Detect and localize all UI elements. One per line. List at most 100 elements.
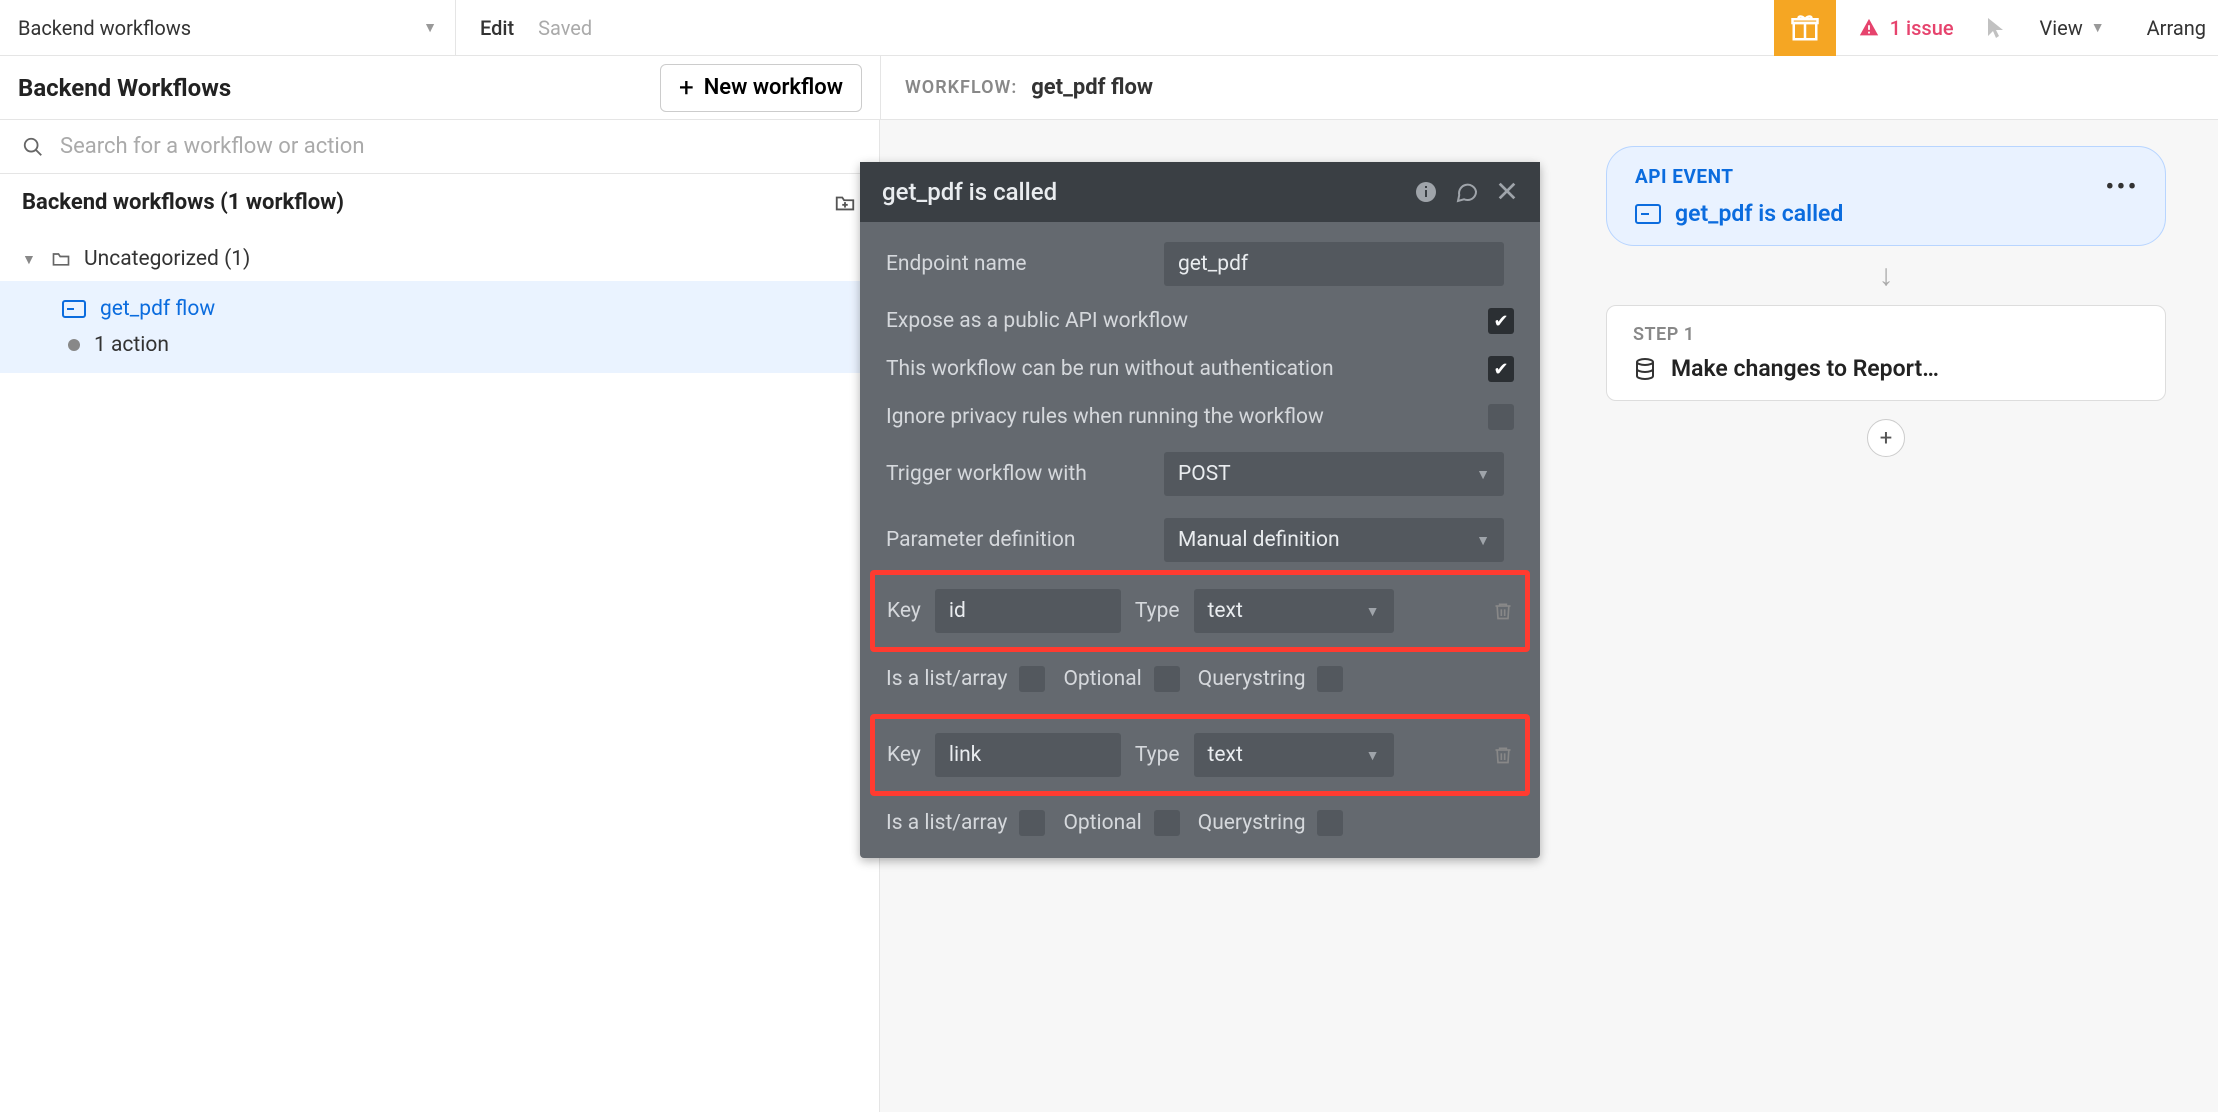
no-auth-row: This workflow can be run without authent…: [886, 356, 1514, 382]
endpoint-name-label: Endpoint name: [886, 252, 1146, 276]
chevron-down-icon: ▼: [2091, 19, 2105, 36]
optional-checkbox[interactable]: [1154, 666, 1180, 692]
chevron-down-icon: ▼: [1476, 466, 1490, 483]
action-count-label: 1 action: [94, 333, 169, 357]
trigger-value: POST: [1178, 462, 1231, 486]
param-key-input[interactable]: [935, 733, 1121, 777]
step-title: Make changes to Report…: [1671, 355, 1939, 382]
caret-down-icon: ▼: [22, 251, 38, 268]
more-icon[interactable]: •••: [2106, 175, 2139, 200]
chevron-down-icon: ▼: [1476, 532, 1490, 549]
workflow-item-label: get_pdf flow: [100, 297, 215, 321]
param-row-id: Key Type text ▼: [870, 570, 1530, 652]
view-menu[interactable]: View ▼: [2016, 16, 2129, 40]
issues-indicator[interactable]: 1 issue: [1836, 16, 1976, 40]
chevron-down-icon: ▼: [423, 19, 437, 36]
page-selector-label: Backend workflows: [18, 16, 191, 40]
step-label: STEP 1: [1633, 324, 2139, 345]
param-type-label: Type: [1135, 599, 1180, 623]
api-event-label: API EVENT: [1635, 165, 2137, 188]
param-flags-row-link: Is a list/array Optional Querystring: [860, 796, 1540, 840]
info-icon[interactable]: [1414, 180, 1438, 204]
trigger-row: Trigger workflow with POST ▼: [886, 452, 1514, 496]
saved-status: Saved: [538, 16, 592, 40]
backend-workflows-section: Backend workflows (1 workflow): [0, 174, 879, 231]
optional-checkbox[interactable]: [1154, 810, 1180, 836]
arrange-menu[interactable]: Arrang: [2129, 16, 2218, 40]
folder-label: Uncategorized (1): [84, 247, 250, 271]
section-title: Backend workflows (1 workflow): [22, 190, 344, 215]
querystring-checkbox[interactable]: [1317, 666, 1343, 692]
api-event-node[interactable]: API EVENT get_pdf is called •••: [1606, 146, 2166, 246]
ignore-privacy-checkbox[interactable]: [1488, 404, 1514, 430]
querystring-label: Querystring: [1198, 667, 1306, 691]
optional-label: Optional: [1063, 667, 1141, 691]
comment-icon[interactable]: [1454, 180, 1480, 204]
is-list-checkbox[interactable]: [1019, 666, 1045, 692]
workflow-icon: [62, 300, 86, 318]
event-dialog: get_pdf is called Endpoint name Expose a…: [860, 162, 1540, 858]
param-flags-row-id: Is a list/array Optional Querystring: [860, 652, 1540, 696]
page-title: Backend Workflows: [18, 74, 231, 102]
endpoint-name-input[interactable]: [1164, 242, 1504, 286]
paramdef-select[interactable]: Manual definition ▼: [1164, 518, 1504, 562]
arrow-down-icon: ↓: [1606, 246, 2166, 305]
folder-icon: [50, 249, 72, 269]
mode-area: Edit Saved: [456, 0, 616, 55]
dot-icon: [68, 339, 80, 351]
ignore-privacy-row: Ignore privacy rules when running the wo…: [886, 404, 1514, 430]
is-list-label: Is a list/array: [886, 667, 1007, 691]
edit-mode-label[interactable]: Edit: [480, 16, 514, 40]
param-key-label: Key: [887, 599, 921, 623]
expose-public-row: Expose as a public API workflow ✔: [886, 308, 1514, 334]
chevron-down-icon: ▼: [1366, 603, 1380, 620]
view-label: View: [2040, 16, 2083, 40]
add-folder-icon[interactable]: [833, 192, 857, 214]
workflow-item-get-pdf[interactable]: get_pdf flow: [62, 291, 879, 327]
expose-public-checkbox[interactable]: ✔: [1488, 308, 1514, 334]
paramdef-value: Manual definition: [1178, 528, 1340, 552]
warning-icon: [1858, 17, 1880, 39]
param-key-label: Key: [887, 743, 921, 767]
add-step-button[interactable]: +: [1867, 419, 1905, 457]
param-type-select[interactable]: text ▼: [1194, 733, 1394, 777]
page-selector[interactable]: Backend workflows ▼: [0, 0, 456, 55]
param-key-input[interactable]: [935, 589, 1121, 633]
gift-icon[interactable]: [1774, 0, 1836, 56]
trigger-label: Trigger workflow with: [886, 462, 1146, 486]
dialog-header: get_pdf is called: [860, 162, 1540, 222]
param-type-value: text: [1208, 599, 1243, 623]
new-workflow-button[interactable]: + New workflow: [660, 64, 862, 112]
workflow-header-label: WORKFLOW:: [905, 77, 1017, 98]
expose-public-label: Expose as a public API workflow: [886, 309, 1188, 333]
workflow-header-name: get_pdf flow: [1031, 75, 1153, 100]
trigger-select[interactable]: POST ▼: [1164, 452, 1504, 496]
no-auth-checkbox[interactable]: ✔: [1488, 356, 1514, 382]
search-bar: [0, 120, 879, 174]
querystring-checkbox[interactable]: [1317, 810, 1343, 836]
optional-label: Optional: [1063, 811, 1141, 835]
plus-icon: +: [679, 73, 694, 103]
dialog-title: get_pdf is called: [882, 178, 1057, 206]
toolbar: Backend Workflows + New workflow WORKFLO…: [0, 56, 2218, 120]
workflow-icon: [1635, 204, 1661, 224]
step-1-card[interactable]: STEP 1 Make changes to Report…: [1606, 305, 2166, 401]
top-bar: Backend workflows ▼ Edit Saved 1 issue V…: [0, 0, 2218, 56]
search-input[interactable]: [60, 134, 857, 159]
issues-text: 1 issue: [1890, 16, 1954, 40]
paramdef-label: Parameter definition: [886, 528, 1146, 552]
sidebar: Backend workflows (1 workflow) ▼ Uncateg…: [0, 120, 880, 1112]
action-count-item[interactable]: 1 action: [62, 327, 879, 363]
is-list-checkbox[interactable]: [1019, 810, 1045, 836]
new-workflow-label: New workflow: [704, 75, 843, 100]
close-icon[interactable]: [1496, 180, 1518, 204]
database-icon: [1633, 357, 1657, 381]
param-type-label: Type: [1135, 743, 1180, 767]
cursor-icon[interactable]: [1976, 16, 2016, 40]
folder-children: get_pdf flow 1 action: [0, 281, 879, 373]
param-type-select[interactable]: text ▼: [1194, 589, 1394, 633]
trash-icon[interactable]: [1493, 744, 1513, 766]
trash-icon[interactable]: [1493, 600, 1513, 622]
param-row-link: Key Type text ▼: [870, 714, 1530, 796]
folder-uncategorized[interactable]: ▼ Uncategorized (1): [0, 237, 879, 281]
